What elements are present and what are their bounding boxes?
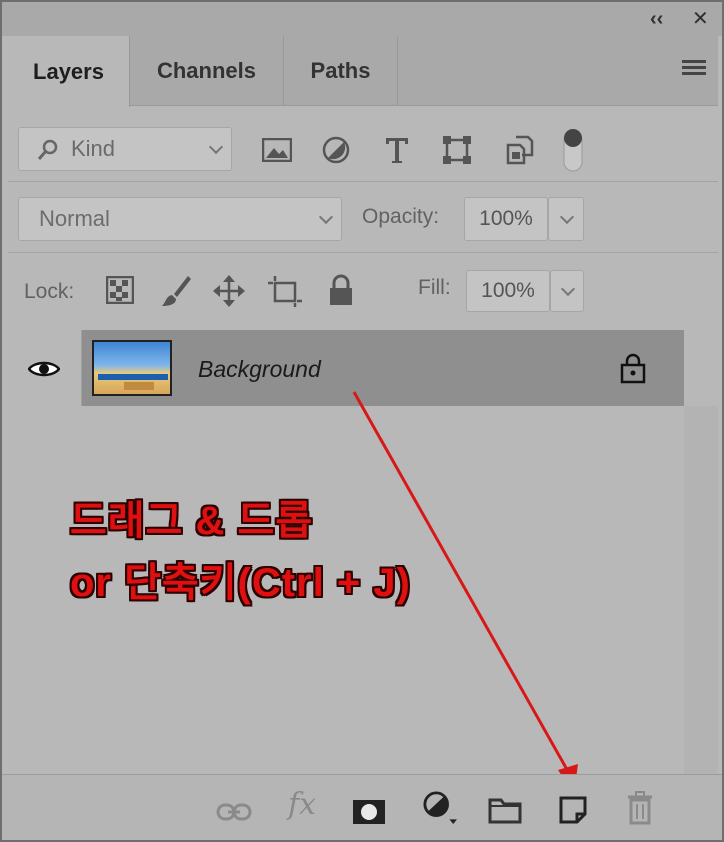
- annotation-line-1: 드래그 & 드롭: [70, 499, 314, 543]
- fill-label: Fill:: [418, 276, 451, 299]
- new-group-icon[interactable]: [488, 793, 522, 827]
- opacity-dropdown-button[interactable]: [548, 197, 584, 241]
- tab-layers[interactable]: Layers: [8, 36, 130, 107]
- lock-artboard-icon[interactable]: [268, 274, 302, 308]
- search-icon: [37, 139, 58, 160]
- filter-toggle-icon[interactable]: [562, 127, 584, 173]
- panel-menu-icon[interactable]: [682, 60, 706, 78]
- smart-object-filter-icon[interactable]: [506, 135, 534, 165]
- kind-filter-select[interactable]: Kind: [18, 127, 232, 171]
- layer-list-scrollbar[interactable]: [684, 406, 718, 774]
- tab-paths[interactable]: Paths: [284, 36, 398, 106]
- chevron-down-icon: [560, 281, 576, 297]
- annotation-line-2: or 단축키(Ctrl + J): [70, 561, 411, 605]
- type-filter-icon[interactable]: [384, 136, 410, 164]
- blend-row: Normal Opacity: 100%: [8, 183, 718, 253]
- blend-mode-value: Normal: [39, 206, 110, 231]
- chevron-down-icon: [559, 209, 575, 225]
- lock-label: Lock:: [24, 280, 75, 303]
- image-filter-icon[interactable]: [262, 138, 292, 162]
- opacity-label: Opacity:: [362, 205, 440, 228]
- add-mask-icon[interactable]: [352, 795, 386, 829]
- fill-input[interactable]: 100%: [466, 270, 550, 312]
- layers-panel: ‹‹ ✕ Layers Channels Paths Kind Normal O…: [0, 0, 724, 842]
- lock-row: Lock: Fill: 100%: [8, 254, 718, 329]
- delete-layer-icon[interactable]: [626, 791, 654, 825]
- adjustment-filter-icon[interactable]: [322, 136, 350, 164]
- blend-mode-select[interactable]: Normal: [18, 197, 342, 241]
- fx-icon[interactable]: fx: [288, 787, 316, 822]
- collapse-icon[interactable]: ‹‹: [650, 8, 663, 30]
- chevron-down-icon: [318, 209, 334, 225]
- lock-all-icon[interactable]: [328, 274, 354, 306]
- panel-footer: fx: [2, 774, 722, 840]
- chevron-down-icon: [208, 139, 224, 155]
- kind-label: Kind: [71, 136, 116, 161]
- fill-dropdown-button[interactable]: [550, 270, 584, 312]
- filter-row: Kind: [8, 107, 718, 182]
- tab-bar: Layers Channels Paths: [8, 36, 718, 107]
- panel-titlebar: ‹‹ ✕: [2, 2, 722, 36]
- close-icon[interactable]: ✕: [692, 8, 709, 30]
- lock-transparent-pixels-icon[interactable]: [106, 276, 134, 304]
- lock-image-pixels-icon[interactable]: [160, 274, 192, 308]
- shape-filter-icon[interactable]: [442, 135, 472, 165]
- new-adjustment-layer-icon[interactable]: [422, 791, 458, 825]
- opacity-input[interactable]: 100%: [464, 197, 548, 241]
- link-layers-icon[interactable]: [216, 795, 252, 829]
- tab-channels[interactable]: Channels: [130, 36, 284, 106]
- new-layer-icon[interactable]: [558, 793, 588, 827]
- lock-position-icon[interactable]: [212, 274, 246, 308]
